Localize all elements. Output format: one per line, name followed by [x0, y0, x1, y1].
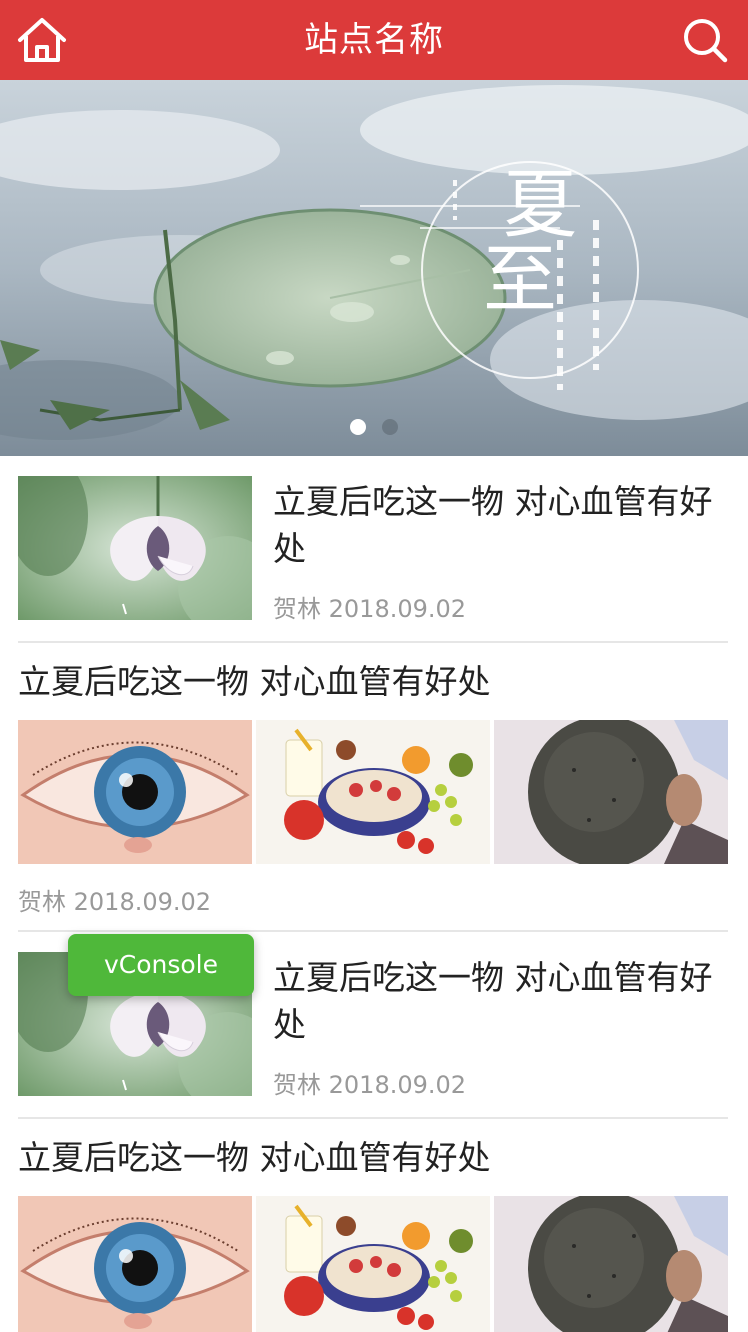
banner-carousel[interactable]: 夏 至 [0, 80, 748, 456]
article-item[interactable]: 立夏后吃这一物 对心血管有好处 [18, 656, 728, 932]
banner-calligraphy-2: 至 [483, 237, 557, 323]
article-date: 2018.09.02 [328, 1071, 467, 1099]
article-thumbnail-eye [18, 1196, 252, 1332]
article-item[interactable]: 立夏后吃这一物 对心血管有好处 [18, 1132, 728, 1332]
divider [18, 1117, 728, 1119]
article-title[interactable]: 立夏后吃这一物 对心血管有好处 [18, 658, 728, 705]
article-title[interactable]: 立夏后吃这一物 对心血管有好处 [273, 954, 728, 1048]
article-thumbnail-eye [18, 720, 252, 864]
article-thumbnail-head [494, 1196, 728, 1332]
article-meta: 贺林 2018.09.02 [273, 589, 466, 624]
article-thumbnail-head [494, 720, 728, 864]
article-meta: 贺林 2018.09.02 [18, 882, 211, 917]
article-author: 贺林 [18, 888, 66, 916]
carousel-dot[interactable] [382, 419, 398, 435]
article-item[interactable]: 立夏后吃这一物 对心血管有好处 贺林 2018.09.02 [18, 476, 728, 643]
divider [18, 930, 728, 932]
carousel-indicator [0, 419, 748, 435]
article-date: 2018.09.02 [73, 888, 212, 916]
top-bar: 站点名称 [0, 0, 748, 80]
search-icon[interactable] [682, 17, 728, 63]
article-date: 2018.09.02 [328, 595, 467, 623]
article-thumbnail-flower [18, 476, 252, 620]
carousel-dot-active[interactable] [350, 419, 366, 435]
article-author: 贺林 [273, 1071, 321, 1099]
article-thumbnail-food [256, 720, 490, 864]
vconsole-button[interactable]: vConsole [68, 934, 254, 996]
divider [18, 641, 728, 643]
article-thumbnail-food [256, 1196, 490, 1332]
banner-calligraphy-1: 夏 [503, 162, 577, 248]
site-title: 站点名称 [304, 20, 444, 60]
article-meta: 贺林 2018.09.02 [273, 1065, 466, 1100]
banner-image: 夏 至 [0, 80, 748, 456]
article-title[interactable]: 立夏后吃这一物 对心血管有好处 [18, 1134, 728, 1181]
article-author: 贺林 [273, 595, 321, 623]
article-title[interactable]: 立夏后吃这一物 对心血管有好处 [273, 478, 728, 572]
